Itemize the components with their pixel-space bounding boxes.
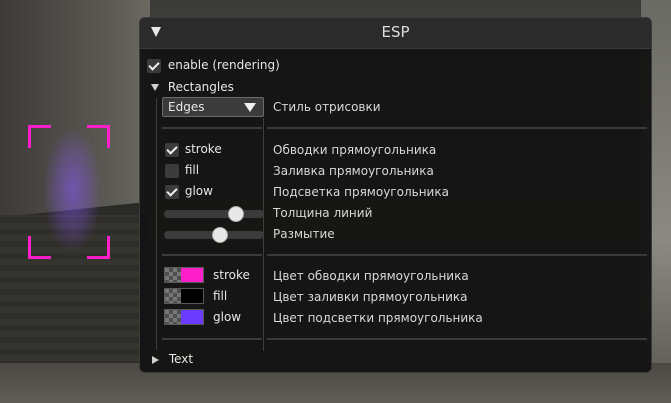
separator — [162, 127, 262, 129]
line-width-description: Толщина линий — [273, 206, 373, 220]
tree-indent-line — [156, 98, 157, 350]
rectangles-header-label: Rectangles — [167, 80, 234, 94]
fill-checkbox-row[interactable]: fill — [165, 163, 199, 178]
glow-description: Подсветка прямоугольника — [273, 185, 449, 199]
collapsed-arrow-icon — [152, 355, 159, 364]
stroke-color-label: stroke — [213, 268, 250, 282]
separator — [162, 254, 262, 256]
fill-checkbox[interactable] — [165, 163, 179, 178]
separator — [267, 127, 647, 129]
line-width-slider[interactable] — [164, 206, 264, 222]
window-title: ESP — [381, 23, 410, 41]
blur-slider[interactable] — [164, 227, 264, 243]
expanded-arrow-icon — [151, 84, 159, 91]
glow-color-description: Цвет подсветки прямоугольника — [273, 311, 483, 325]
fill-color-swatch[interactable] — [164, 288, 204, 304]
esp-window: ESP enable (rendering) Rectangles Edges … — [139, 17, 652, 373]
esp-box-corner — [28, 125, 51, 148]
style-description: Стиль отрисовки — [273, 100, 381, 114]
text-header[interactable]: Text — [152, 352, 193, 366]
glow-color-label: glow — [213, 310, 242, 324]
style-dropdown-value: Edges — [168, 100, 205, 114]
window-titlebar[interactable]: ESP — [140, 18, 651, 49]
esp-box-corner — [28, 236, 51, 259]
glow-checkbox[interactable] — [165, 184, 179, 199]
dropdown-arrow-icon — [244, 103, 256, 112]
enable-checkbox[interactable] — [147, 58, 161, 73]
slider-knob[interactable] — [228, 206, 244, 222]
enable-checkbox-row[interactable]: enable (rendering) — [147, 58, 280, 73]
esp-box-corner — [87, 125, 110, 148]
fill-checkbox-label: fill — [184, 163, 200, 177]
glow-checkbox-row[interactable]: glow — [165, 184, 213, 199]
stroke-checkbox-label: stroke — [184, 142, 222, 156]
glow-color-swatch[interactable] — [164, 309, 204, 325]
style-dropdown[interactable]: Edges — [162, 97, 264, 117]
blur-description: Размытие — [273, 227, 335, 241]
stroke-checkbox-row[interactable]: stroke — [165, 142, 222, 157]
stroke-color-description: Цвет обводки прямоугольника — [273, 269, 469, 283]
fill-description: Заливка прямоугольника — [273, 164, 434, 178]
glow-checkbox-label: glow — [184, 184, 213, 198]
enable-label: enable (rendering) — [167, 58, 280, 72]
separator — [267, 338, 647, 340]
separator — [162, 338, 262, 340]
fill-color-description: Цвет заливки прямоугольника — [273, 290, 468, 304]
stroke-description: Обводки прямоугольника — [273, 143, 437, 157]
fill-color-label: fill — [213, 289, 228, 303]
esp-glow — [45, 130, 100, 250]
slider-knob[interactable] — [212, 227, 228, 243]
stroke-color-swatch[interactable] — [164, 267, 204, 283]
text-header-label: Text — [168, 352, 194, 366]
esp-box-corner — [87, 236, 110, 259]
stroke-checkbox[interactable] — [165, 142, 179, 157]
separator — [267, 254, 647, 256]
rectangles-header[interactable]: Rectangles — [151, 80, 234, 94]
